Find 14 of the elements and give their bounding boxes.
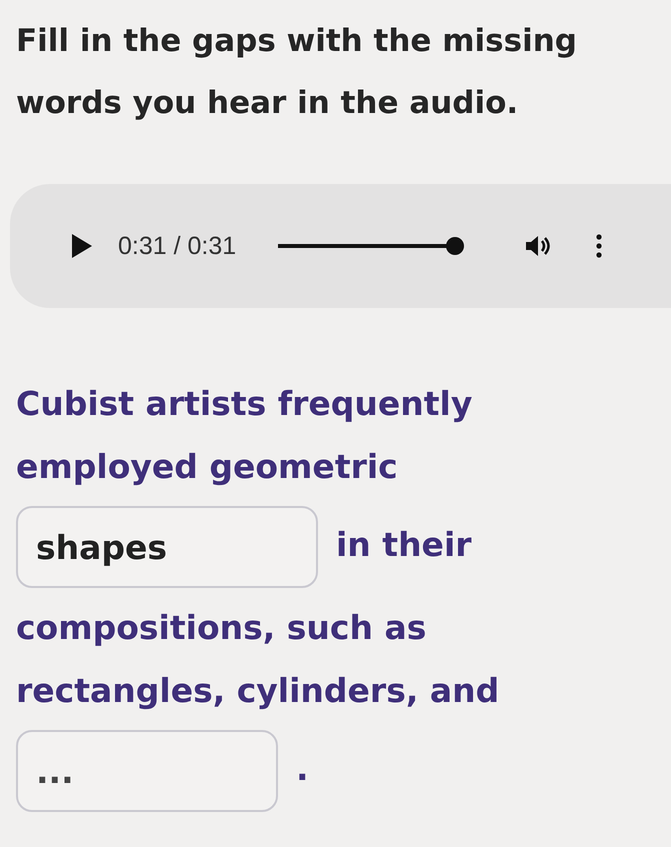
play-icon[interactable] (72, 234, 92, 258)
sentence-text: employed geometric (16, 447, 398, 486)
answer-box[interactable]: ... (16, 730, 278, 812)
volume-icon[interactable] (526, 234, 552, 258)
sentence-text: Cubist artists frequently (16, 384, 472, 423)
answer-box[interactable]: shapes (16, 506, 318, 588)
sentence-text: . (296, 749, 309, 788)
progress-slider[interactable] (278, 237, 464, 255)
sentence-text: in their (336, 525, 472, 564)
instruction-text: Fill in the gaps with the missing words you hear in the audio. (16, 22, 578, 123)
audio-time: 0:31 / 0:31 (118, 232, 236, 260)
sentence-text: compositions, such as (16, 608, 426, 647)
more-icon[interactable] (596, 234, 602, 258)
sentence-text: rectangles, cylinders, and (16, 671, 500, 710)
